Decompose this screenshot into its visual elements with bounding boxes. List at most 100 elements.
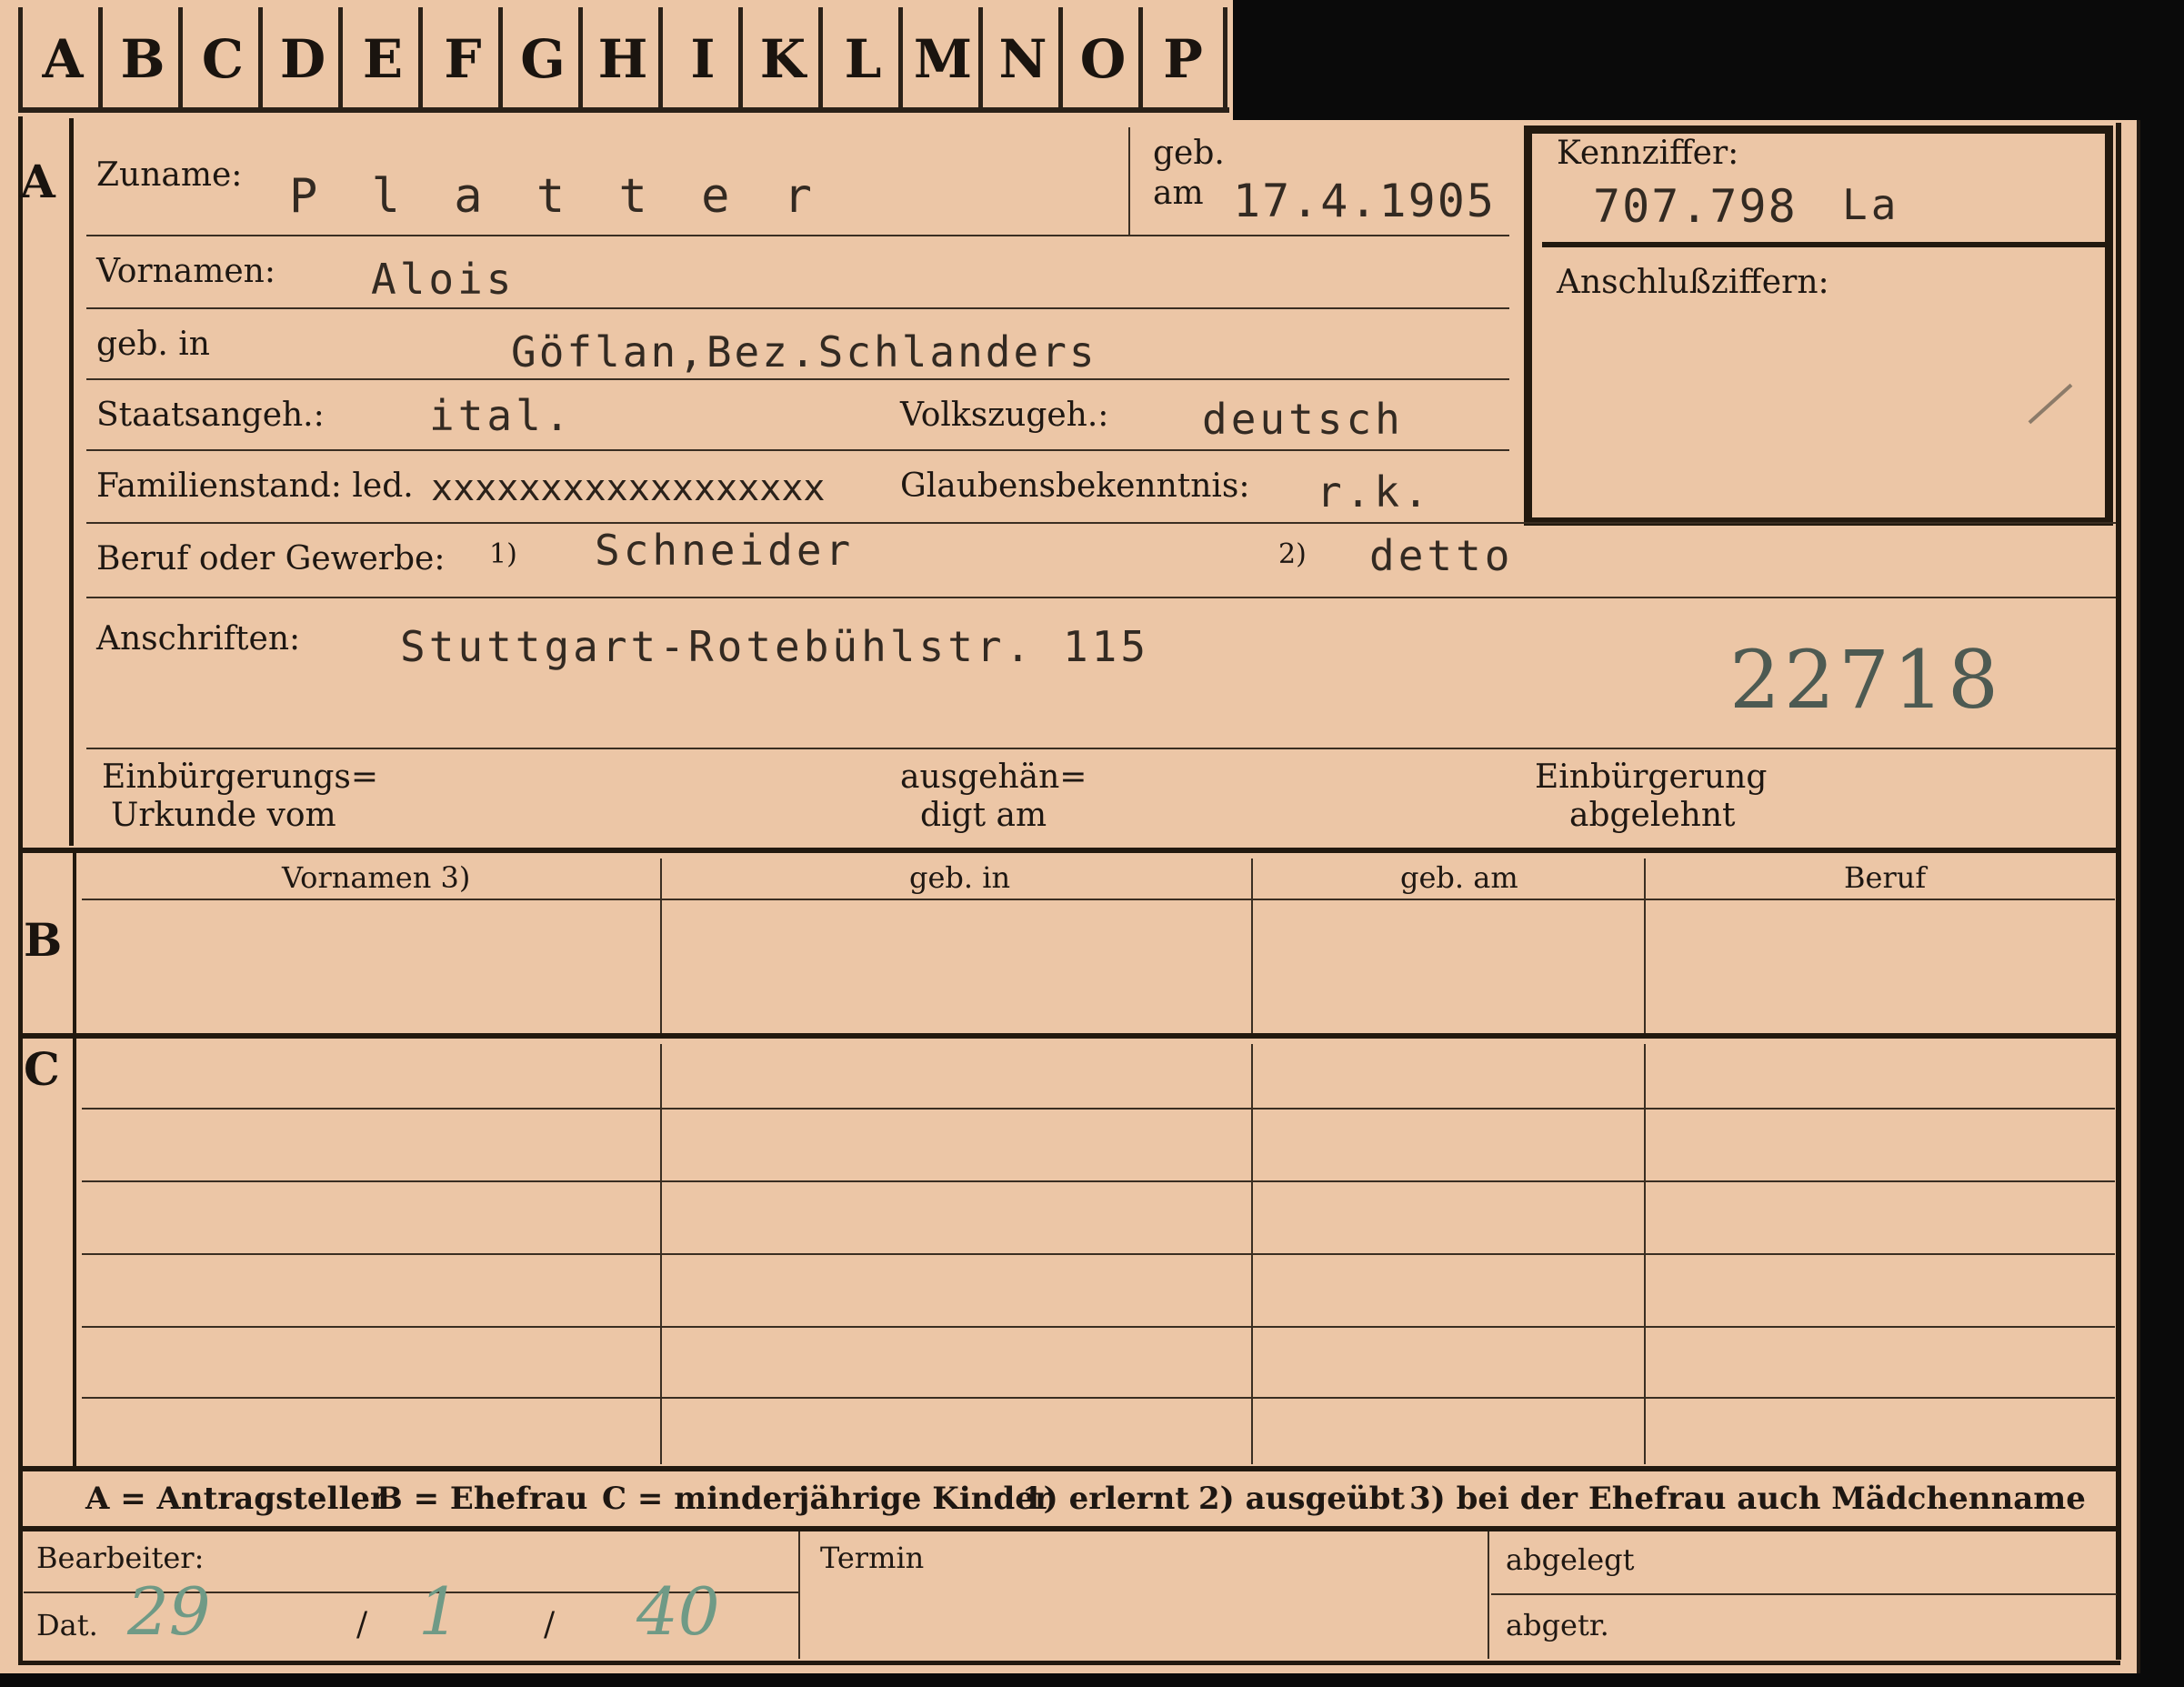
legend-b: B = Ehefrau bbox=[376, 1481, 588, 1517]
beruf-value-2: detto bbox=[1369, 531, 1514, 580]
tab-f[interactable]: F bbox=[418, 7, 503, 111]
frame-left bbox=[18, 116, 23, 1662]
section-c-divider bbox=[73, 1039, 76, 1466]
tab-strip-baseline bbox=[18, 107, 1229, 113]
kennziffer-suffix: La bbox=[1842, 180, 1900, 229]
volkszugeh-label: Volkszugeh.: bbox=[900, 397, 1109, 434]
row-line bbox=[82, 1397, 2115, 1399]
legend-note-3: 3) bei der Ehefrau auch Mädchenname bbox=[1409, 1481, 2086, 1517]
row-line bbox=[82, 1253, 2115, 1255]
vornamen-value: Alois bbox=[371, 255, 516, 304]
tab-c[interactable]: C bbox=[178, 7, 263, 111]
staatsangeh-label: Staatsangeh.: bbox=[96, 397, 325, 434]
glauben-value: r.k. bbox=[1317, 467, 1432, 517]
termin-label: Termin bbox=[820, 1541, 925, 1575]
footer-divider bbox=[1488, 1531, 1489, 1659]
ausgehaendigt-line2: digt am bbox=[920, 797, 1047, 834]
tab-i[interactable]: I bbox=[658, 7, 743, 111]
tab-h[interactable]: H bbox=[578, 7, 663, 111]
header-underline bbox=[82, 899, 2115, 900]
section-b-marker: B bbox=[24, 913, 63, 967]
legend-note-2: 2) ausgeübt bbox=[1198, 1481, 1406, 1517]
glauben-label: Glaubensbekenntnis: bbox=[900, 467, 1250, 505]
zuname-label: Zuname: bbox=[96, 156, 243, 194]
einb-abgelehnt-line2: abgelehnt bbox=[1569, 797, 1736, 834]
footer-divider bbox=[798, 1531, 800, 1659]
familienstand-struck: xxxxxxxxxxxxxxxxxx bbox=[431, 467, 826, 509]
tab-e[interactable]: E bbox=[338, 7, 423, 111]
legend-c: C = minderjährige Kinder bbox=[602, 1481, 1051, 1517]
vornamen-label: Vornamen: bbox=[96, 253, 276, 290]
row-line bbox=[82, 1326, 2115, 1328]
geb-am-value: 17.4.1905 bbox=[1233, 175, 1496, 227]
geb-in-value: Göflan,Bez.Schlanders bbox=[511, 327, 1097, 377]
familienstand-label: Familienstand: led. bbox=[96, 467, 414, 505]
staatsangeh-value: ital. bbox=[429, 391, 574, 440]
frame-bottom bbox=[18, 1661, 2120, 1665]
section-c-top bbox=[18, 1033, 2119, 1039]
geb-in-label: geb. in bbox=[96, 326, 210, 363]
col-divider bbox=[660, 859, 662, 1033]
abgetr-label: abgetr. bbox=[1506, 1608, 1609, 1642]
row-line bbox=[86, 597, 2116, 598]
col-header-geb-in: geb. in bbox=[909, 860, 1011, 895]
row-line bbox=[86, 235, 1509, 236]
dat-year: 40 bbox=[636, 1573, 720, 1650]
anschriften-value: Stuttgart-Rotebühlstr. 115 bbox=[400, 622, 1150, 671]
kennziffer-label: Kennziffer: bbox=[1557, 135, 1739, 172]
col-header-geb-am: geb. am bbox=[1400, 860, 1518, 895]
tab-g[interactable]: G bbox=[498, 7, 583, 111]
tab-m[interactable]: M bbox=[898, 7, 983, 111]
anschluss-label: Anschlußziffern: bbox=[1557, 264, 1829, 301]
tab-p[interactable]: P bbox=[1138, 7, 1227, 111]
row-line bbox=[86, 378, 1509, 380]
dat-label: Dat. bbox=[36, 1608, 98, 1642]
tab-b[interactable]: B bbox=[98, 7, 183, 111]
einb-urkunde-line2: Urkunde vom bbox=[111, 797, 336, 834]
alphabet-tab-strip: A B C D E F G H I K L M N O P bbox=[0, 0, 1229, 116]
legend-bottom bbox=[18, 1526, 2119, 1531]
legend-note-1: 1) erlernt bbox=[1022, 1481, 1190, 1517]
dark-background bbox=[1233, 0, 2184, 120]
section-a-divider bbox=[69, 118, 74, 846]
beruf-note-2: 2) bbox=[1278, 538, 1307, 570]
section-a-marker: A bbox=[20, 155, 55, 208]
geb-label: geb. bbox=[1153, 135, 1225, 172]
geb-divider bbox=[1128, 127, 1130, 235]
frame-right bbox=[2116, 123, 2121, 1660]
row-line bbox=[82, 1108, 2115, 1110]
tab-d[interactable]: D bbox=[258, 7, 343, 111]
bearbeiter-label: Bearbeiter: bbox=[36, 1541, 205, 1575]
einb-urkunde-line1: Einbürgerungs= bbox=[102, 758, 379, 796]
am-label: am bbox=[1153, 175, 1204, 212]
abgelegt-label: abgelegt bbox=[1506, 1542, 1635, 1577]
beruf-value-1: Schneider bbox=[595, 526, 855, 575]
einb-abgelehnt-line1: Einbürgerung bbox=[1535, 758, 1768, 796]
section-c-marker: C bbox=[24, 1042, 60, 1096]
tab-o[interactable]: O bbox=[1058, 7, 1143, 111]
legend-top bbox=[18, 1466, 2119, 1471]
dat-slash-2: / bbox=[544, 1606, 556, 1643]
beruf-label: Beruf oder Gewerbe: bbox=[96, 540, 446, 577]
row-line bbox=[82, 1180, 2115, 1182]
row-line bbox=[86, 748, 2116, 749]
col-divider bbox=[1644, 859, 1646, 1033]
row-line bbox=[86, 449, 1509, 451]
dat-month: 1 bbox=[418, 1573, 460, 1650]
tab-l[interactable]: L bbox=[818, 7, 903, 111]
row-line bbox=[86, 522, 2116, 524]
section-b-top bbox=[18, 848, 2119, 853]
tab-a[interactable]: A bbox=[18, 7, 103, 111]
dat-day: 29 bbox=[127, 1573, 211, 1650]
col-divider bbox=[1251, 859, 1253, 1033]
kennziffer-divider bbox=[1542, 242, 2111, 247]
footer-row-line bbox=[1491, 1593, 2117, 1595]
anschriften-label: Anschriften: bbox=[96, 620, 301, 658]
beruf-note-1: 1) bbox=[489, 538, 517, 570]
tab-n[interactable]: N bbox=[978, 7, 1063, 111]
tab-k[interactable]: K bbox=[738, 7, 823, 111]
zuname-value: P l a t t e r bbox=[289, 169, 825, 224]
dat-slash-1: / bbox=[356, 1606, 368, 1643]
row-line bbox=[86, 307, 1509, 309]
col-header-vornamen: Vornamen 3) bbox=[282, 860, 471, 895]
